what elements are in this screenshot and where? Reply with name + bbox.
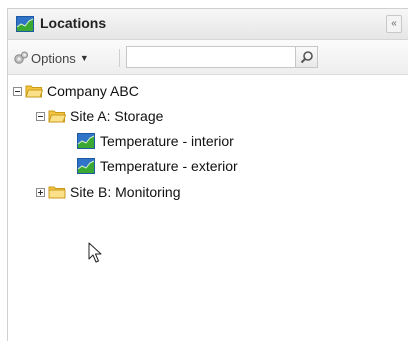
tree-node-label: Company ABC xyxy=(47,83,139,99)
panel-toolbar: Options ▼ xyxy=(8,40,408,75)
tree-node-site-a[interactable]: Site A: Storage xyxy=(36,106,163,126)
chart-icon xyxy=(77,133,95,149)
collapse-toggle-icon[interactable] xyxy=(36,111,45,121)
locations-panel: Locations « Options ▼ Company ABC Site A… xyxy=(7,8,408,341)
mouse-pointer-icon xyxy=(88,242,102,263)
folder-icon xyxy=(48,186,66,199)
chevron-down-icon: ▼ xyxy=(79,53,89,63)
toolbar-divider xyxy=(119,49,120,67)
panel-title: Locations xyxy=(40,15,107,31)
gear-icon xyxy=(14,51,28,64)
tree-node-temperature-interior[interactable]: Temperature - interior xyxy=(77,131,234,151)
open-folder-icon xyxy=(25,85,43,98)
chart-icon xyxy=(16,16,34,32)
collapse-panel-button[interactable]: « xyxy=(386,15,402,33)
options-button[interactable]: Options ▼ xyxy=(13,49,89,67)
tree-node-temperature-exterior[interactable]: Temperature - exterior xyxy=(77,156,238,176)
collapse-toggle-icon[interactable] xyxy=(13,86,22,96)
panel-header: Locations « xyxy=(8,9,408,40)
expand-toggle-icon[interactable] xyxy=(36,187,45,197)
search-icon xyxy=(300,51,313,64)
search-button[interactable] xyxy=(296,46,318,68)
tree-node-label: Temperature - exterior xyxy=(100,158,238,174)
tree-node-label: Site A: Storage xyxy=(70,108,164,124)
tree-node-label: Temperature - interior xyxy=(100,133,234,149)
tree-node-company[interactable]: Company ABC xyxy=(13,81,139,101)
chart-icon xyxy=(77,158,95,174)
tree-node-site-b[interactable]: Site B: Monitoring xyxy=(36,182,181,202)
options-label: Options xyxy=(31,50,76,66)
open-folder-icon xyxy=(48,110,66,123)
search-input[interactable] xyxy=(126,46,296,68)
tree-node-label: Site B: Monitoring xyxy=(70,184,181,200)
